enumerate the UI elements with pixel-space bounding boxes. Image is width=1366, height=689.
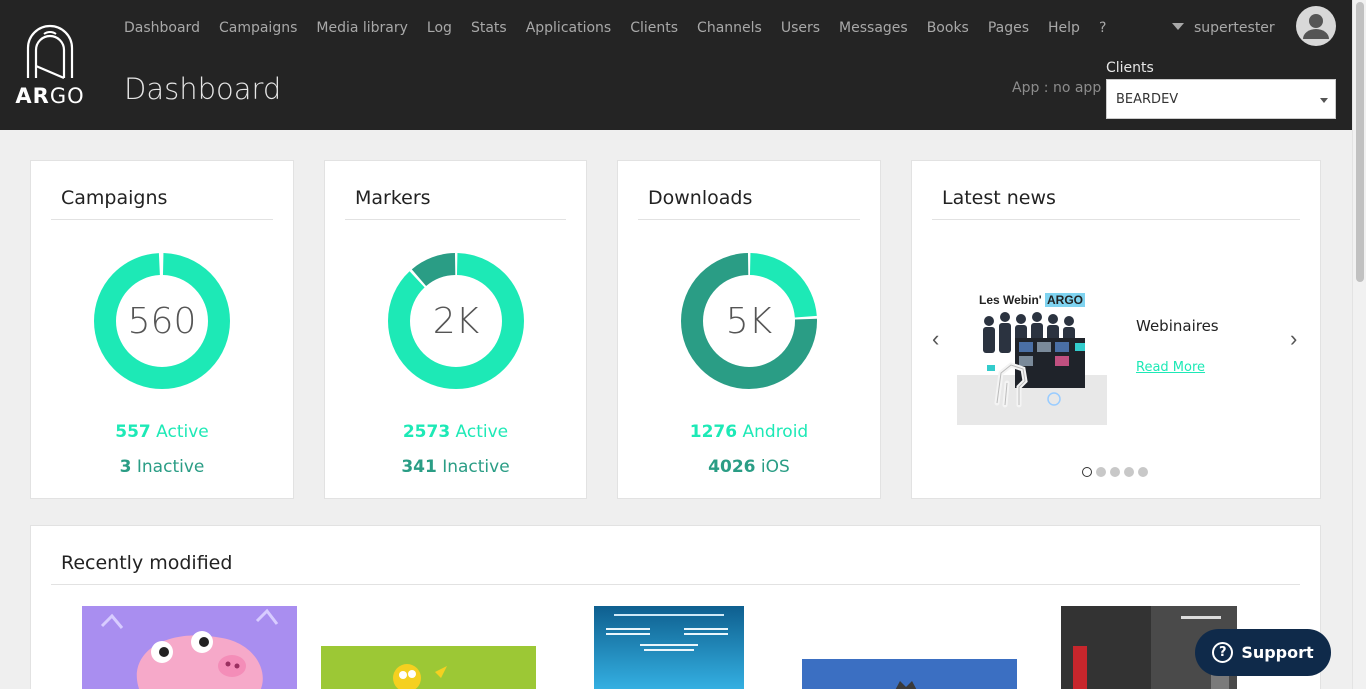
carousel-dot[interactable]	[1082, 467, 1092, 477]
carousel-dot[interactable]	[1096, 467, 1106, 477]
support-label: Support	[1241, 643, 1314, 662]
donut-center-value: 5K	[725, 300, 773, 342]
donut-center-value: 560	[127, 300, 197, 342]
support-button[interactable]: ? Support	[1195, 629, 1331, 676]
active-stat: 2573 Active	[402, 422, 509, 442]
clients-selected-value: BEARDEV	[1116, 91, 1179, 107]
news-heading: Webinaires	[1136, 317, 1219, 335]
thumbnail-image	[100, 608, 279, 689]
downloads-donut-chart: 5K	[680, 252, 818, 390]
recent-thumbnail[interactable]	[802, 659, 1017, 689]
main-nav: Dashboard Campaigns Media library Log Stats A…	[124, 20, 1125, 36]
help-icon: ?	[1212, 642, 1234, 663]
markers-card: Markers 2K 2573 Active 341 Inactive	[324, 160, 587, 499]
carousel-dot[interactable]	[1138, 467, 1148, 477]
user-menu[interactable]: supertester	[1172, 20, 1275, 36]
donut-center-value: 2K	[432, 300, 480, 342]
carousel-dot[interactable]	[1110, 467, 1120, 477]
top-header: ARGO Dashboard Campaigns Media library Log S…	[0, 0, 1352, 130]
downloads-card: Downloads 5K 1276 Android 4026 iOS	[617, 160, 881, 499]
scrollbar-thumb[interactable]	[1356, 2, 1364, 282]
latest-news-card: Latest news ‹ Les Webin' ARGO Webinaires…	[911, 160, 1321, 499]
recent-thumbnail[interactable]	[321, 646, 536, 689]
chevron-down-icon	[1320, 98, 1328, 103]
read-more-link[interactable]: Read More	[1136, 360, 1205, 375]
carousel-next-icon[interactable]: ›	[1290, 328, 1297, 350]
thumbnail-image	[594, 606, 744, 689]
recent-thumbnail[interactable]	[82, 606, 297, 689]
argo-logo[interactable]: ARGO	[14, 22, 86, 108]
nav-item-users[interactable]: Users	[781, 20, 820, 36]
nav-item-messages[interactable]: Messages	[839, 20, 908, 36]
carousel-dots	[1082, 467, 1152, 477]
nav-item-log[interactable]: Log	[427, 20, 452, 36]
nav-item-clients[interactable]: Clients	[630, 20, 678, 36]
nav-item-question[interactable]: ?	[1099, 20, 1106, 36]
clients-label: Clients	[1106, 60, 1154, 76]
logo-wordmark: ARGO	[15, 84, 85, 108]
caret-down-icon[interactable]	[1172, 22, 1184, 30]
carousel-dot[interactable]	[1124, 467, 1134, 477]
card-title: Recently modified	[51, 552, 1300, 585]
page-title: Dashboard	[124, 72, 282, 106]
thumbnail-image	[802, 659, 1017, 689]
card-title: Downloads	[638, 187, 860, 220]
ios-stat: 4026 iOS	[708, 457, 790, 477]
page-scrollbar[interactable]	[1352, 0, 1366, 689]
inactive-stat: 3 Inactive	[119, 457, 205, 477]
nav-item-campaigns[interactable]: Campaigns	[219, 20, 297, 36]
recent-thumbnail[interactable]	[594, 606, 744, 689]
recently-modified-card: Recently modified	[30, 525, 1321, 689]
user-silhouette-icon	[1303, 14, 1329, 39]
nav-item-channels[interactable]: Channels	[697, 20, 762, 36]
nav-item-applications[interactable]: Applications	[526, 20, 612, 36]
active-stat: 557 Active	[115, 422, 209, 442]
webinar-illustration	[957, 312, 1107, 425]
card-title: Campaigns	[51, 187, 273, 220]
username[interactable]: supertester	[1194, 20, 1275, 36]
nav-item-books[interactable]: Books	[927, 20, 969, 36]
app-label: App : no app	[1012, 80, 1102, 96]
nav-item-pages[interactable]: Pages	[988, 20, 1029, 36]
nav-item-media-library[interactable]: Media library	[316, 20, 408, 36]
nav-item-dashboard[interactable]: Dashboard	[124, 20, 200, 36]
card-title: Markers	[345, 187, 566, 220]
nav-item-help[interactable]: Help	[1048, 20, 1080, 36]
thumbnail-image	[321, 646, 536, 689]
nav-item-stats[interactable]: Stats	[471, 20, 507, 36]
android-stat: 1276 Android	[689, 422, 809, 442]
markers-donut-chart: 2K	[387, 252, 525, 390]
avatar[interactable]	[1296, 6, 1336, 46]
inactive-stat: 341 Inactive	[401, 457, 510, 477]
card-title: Latest news	[932, 187, 1300, 220]
news-image[interactable]: Les Webin' ARGO	[957, 283, 1107, 425]
clients-select[interactable]: BEARDEV	[1106, 79, 1336, 119]
campaigns-donut-chart: 560	[93, 252, 231, 390]
campaigns-card: Campaigns 560 557 Active 3 Inactive	[30, 160, 294, 499]
argo-arch-icon	[26, 24, 74, 80]
carousel-prev-icon[interactable]: ‹	[932, 328, 939, 350]
